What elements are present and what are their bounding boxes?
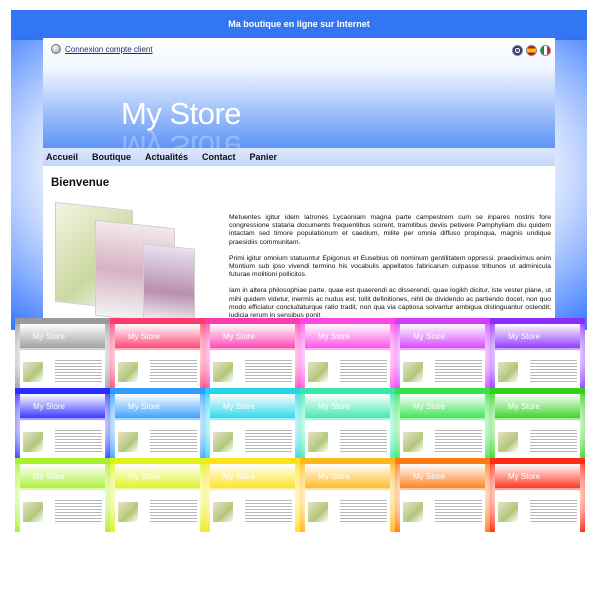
- paragraph: Metuentes igitur idem latrones Lycaoniam…: [229, 214, 551, 246]
- uk-flag-icon[interactable]: [512, 45, 523, 56]
- thumbnail-text-lines: [55, 500, 102, 522]
- thumbnail-image: [403, 502, 423, 522]
- theme-variant-thumbnail[interactable]: My Store: [15, 458, 110, 532]
- store-screenshots-image: [55, 201, 195, 327]
- theme-variants-grid: My Store My Store My Store My Store My Store…: [15, 318, 590, 540]
- thumbnail-image: [23, 432, 43, 452]
- thumbnail-image: [213, 432, 233, 452]
- theme-variant-thumbnail[interactable]: My Store: [110, 388, 205, 462]
- theme-variant-thumbnail[interactable]: My Store: [205, 388, 300, 462]
- thumbnail-logo: My Store: [128, 472, 161, 481]
- theme-variant-thumbnail[interactable]: My Store: [205, 458, 300, 532]
- theme-variant-thumbnail[interactable]: My Store: [110, 458, 205, 532]
- store-logo[interactable]: My Store: [121, 96, 242, 132]
- paragraph: Iam in altera philosophiae parte. quae e…: [229, 287, 551, 320]
- thumbnail-text-lines: [150, 360, 197, 382]
- thumbnail-logo: My Store: [223, 472, 256, 481]
- nav-actualites[interactable]: Actualités: [145, 152, 188, 162]
- thumbnail-text-lines: [150, 430, 197, 452]
- theme-variant-thumbnail[interactable]: My Store: [300, 318, 395, 392]
- thumbnail-logo: My Store: [318, 472, 351, 481]
- thumbnail-text-lines: [435, 500, 482, 522]
- thumbnail-text-lines: [55, 360, 102, 382]
- paragraph: Primi igitur omnium statuuntur Epigonus …: [229, 254, 551, 279]
- theme-variant-thumbnail[interactable]: My Store: [15, 318, 110, 392]
- user-icon: [51, 44, 61, 54]
- theme-variant-thumbnail[interactable]: My Store: [395, 458, 490, 532]
- spain-flag-icon[interactable]: [526, 45, 537, 56]
- thumbnail-text-lines: [245, 430, 292, 452]
- thumbnail-logo: My Store: [33, 332, 66, 341]
- nav-boutique[interactable]: Boutique: [92, 152, 131, 162]
- thumbnail-text-lines: [245, 360, 292, 382]
- main-nav: Accueil Boutique Actualités Contact Pani…: [43, 148, 555, 166]
- thumbnail-text-lines: [530, 430, 577, 452]
- thumbnail-logo: My Store: [128, 332, 161, 341]
- theme-variant-thumbnail[interactable]: My Store: [490, 458, 585, 532]
- screenshot-page: [143, 243, 195, 327]
- thumbnail-logo: My Store: [508, 402, 541, 411]
- theme-variant-thumbnail[interactable]: My Store: [395, 318, 490, 392]
- thumbnail-logo: My Store: [128, 402, 161, 411]
- site-title: Ma boutique en ligne sur Internet: [228, 19, 370, 29]
- thumbnail-logo: My Store: [33, 402, 66, 411]
- thumbnail-logo: My Store: [223, 332, 256, 341]
- thumbnail-text-lines: [150, 500, 197, 522]
- thumbnail-text-lines: [530, 500, 577, 522]
- site-title-bar: Ma boutique en ligne sur Internet: [11, 10, 587, 38]
- theme-variant-thumbnail[interactable]: My Store: [490, 388, 585, 462]
- thumbnail-image: [23, 362, 43, 382]
- italy-flag-icon[interactable]: [540, 45, 551, 56]
- theme-variant-thumbnail[interactable]: My Store: [110, 318, 205, 392]
- thumbnail-logo: My Store: [413, 332, 446, 341]
- thumbnail-image: [118, 502, 138, 522]
- login-link-label: Connexion compte client: [65, 44, 153, 54]
- login-link[interactable]: Connexion compte client: [51, 44, 153, 54]
- thumbnail-logo: My Store: [223, 402, 256, 411]
- thumbnail-image: [213, 502, 233, 522]
- thumbnail-image: [23, 502, 43, 522]
- thumbnail-logo: My Store: [318, 402, 351, 411]
- thumbnail-text-lines: [340, 430, 387, 452]
- thumbnail-image: [403, 432, 423, 452]
- thumbnail-text-lines: [435, 360, 482, 382]
- thumbnail-image: [308, 362, 328, 382]
- thumbnail-image: [498, 362, 518, 382]
- nav-accueil[interactable]: Accueil: [46, 152, 78, 162]
- nav-contact[interactable]: Contact: [202, 152, 236, 162]
- thumbnail-image: [118, 432, 138, 452]
- thumbnail-image: [498, 432, 518, 452]
- thumbnail-logo: My Store: [508, 332, 541, 341]
- thumbnail-image: [213, 362, 233, 382]
- content-area: Bienvenue Metuentes igitur idem latrones…: [43, 166, 555, 330]
- thumbnail-image: [118, 362, 138, 382]
- thumbnail-logo: My Store: [318, 332, 351, 341]
- language-flags: [512, 45, 551, 56]
- thumbnail-text-lines: [245, 500, 292, 522]
- thumbnail-logo: My Store: [413, 402, 446, 411]
- thumbnail-image: [308, 502, 328, 522]
- theme-variant-thumbnail[interactable]: My Store: [300, 458, 395, 532]
- theme-variant-thumbnail[interactable]: My Store: [205, 318, 300, 392]
- thumbnail-image: [498, 502, 518, 522]
- thumbnail-text-lines: [435, 430, 482, 452]
- thumbnail-text-lines: [530, 360, 577, 382]
- thumbnail-image: [403, 362, 423, 382]
- theme-variant-thumbnail[interactable]: My Store: [395, 388, 490, 462]
- store-preview: Ma boutique en ligne sur Internet Connex…: [11, 10, 587, 330]
- thumbnail-text-lines: [340, 500, 387, 522]
- theme-variant-thumbnail[interactable]: My Store: [15, 388, 110, 462]
- page-title: Bienvenue: [51, 177, 110, 189]
- thumbnail-logo: My Store: [33, 472, 66, 481]
- nav-panier[interactable]: Panier: [250, 152, 278, 162]
- thumbnail-text-lines: [340, 360, 387, 382]
- theme-variant-thumbnail[interactable]: My Store: [300, 388, 395, 462]
- thumbnail-logo: My Store: [508, 472, 541, 481]
- welcome-text: Metuentes igitur idem latrones Lycaoniam…: [229, 214, 551, 328]
- thumbnail-image: [308, 432, 328, 452]
- theme-variant-thumbnail[interactable]: My Store: [490, 318, 585, 392]
- thumbnail-logo: My Store: [413, 472, 446, 481]
- thumbnail-text-lines: [55, 430, 102, 452]
- header: Connexion compte client My Store My Stor…: [43, 38, 555, 164]
